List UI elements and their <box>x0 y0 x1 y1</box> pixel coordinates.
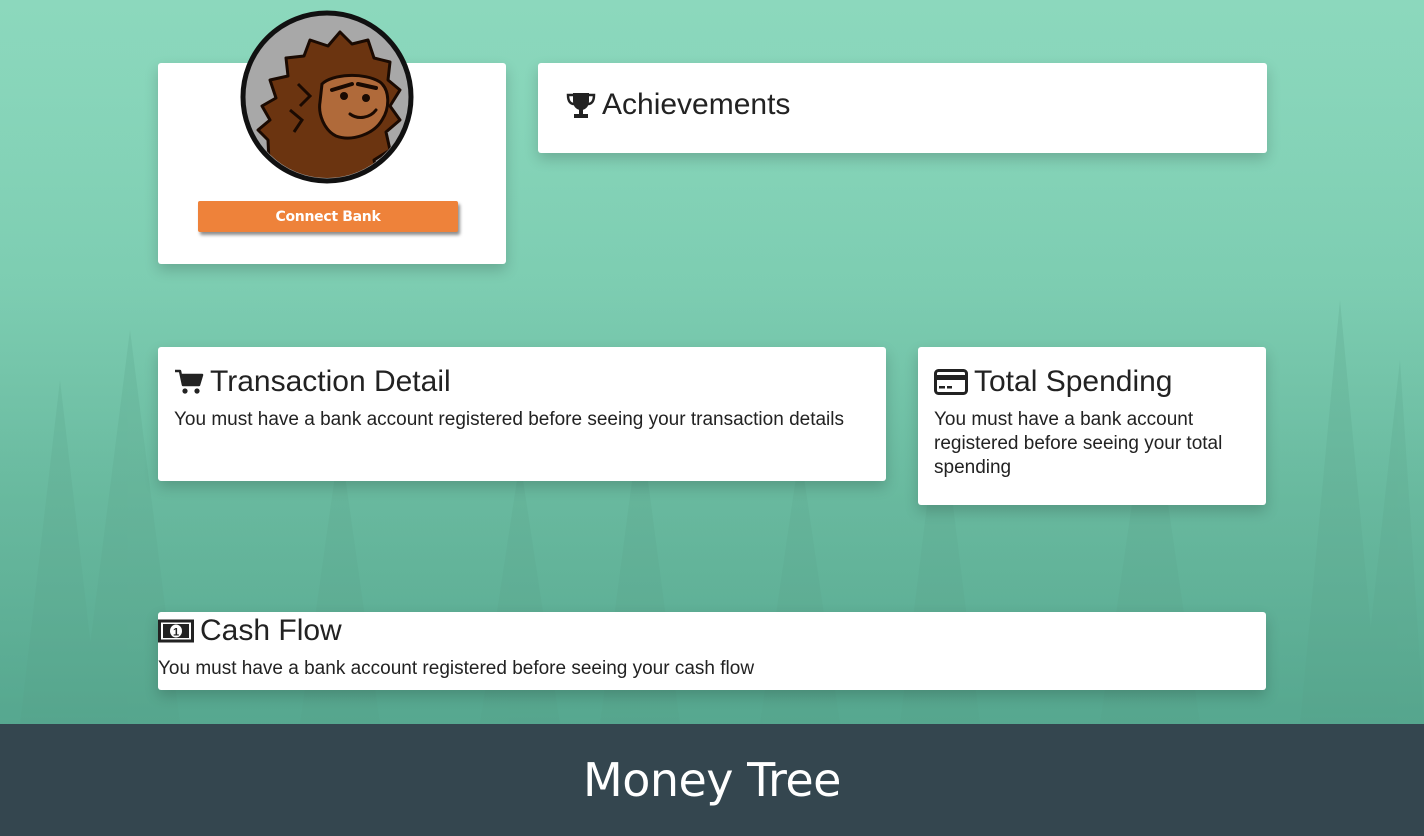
footer-title: Money Tree <box>583 753 841 807</box>
money-bill-icon: 1 <box>158 619 194 643</box>
trophy-icon <box>566 93 596 118</box>
credit-card-icon <box>934 369 968 395</box>
transaction-detail-card: Transaction Detail You must have a bank … <box>158 347 886 481</box>
achievements-title: Achievements <box>602 88 791 121</box>
achievements-card: Achievements <box>538 63 1267 153</box>
achievements-heading: Achievements <box>566 87 790 123</box>
sasquatch-avatar-icon <box>240 10 414 184</box>
transaction-detail-message: You must have a bank account registered … <box>174 409 844 430</box>
cash-flow-card: 1 Cash Flow You must have a bank account… <box>158 612 1266 690</box>
total-spending-title: Total Spending <box>974 365 1173 398</box>
svg-text:1: 1 <box>173 627 179 639</box>
cart-icon <box>175 369 204 394</box>
transaction-detail-heading: Transaction Detail <box>174 364 451 400</box>
app-page: Connect Bank Achievements Transaction De… <box>0 0 1424 836</box>
total-spending-heading: Total Spending <box>934 364 1173 400</box>
transaction-detail-title: Transaction Detail <box>210 365 451 398</box>
total-spending-message: You must have a bank account registered … <box>934 409 1223 478</box>
footer: Money Tree <box>0 724 1424 836</box>
cash-flow-message: You must have a bank account registered … <box>158 658 755 679</box>
connect-bank-button[interactable]: Connect Bank <box>198 201 458 232</box>
cash-flow-title: Cash Flow <box>200 614 342 647</box>
total-spending-card: Total Spending You must have a bank acco… <box>918 347 1266 505</box>
cash-flow-heading: 1 Cash Flow <box>158 613 342 649</box>
